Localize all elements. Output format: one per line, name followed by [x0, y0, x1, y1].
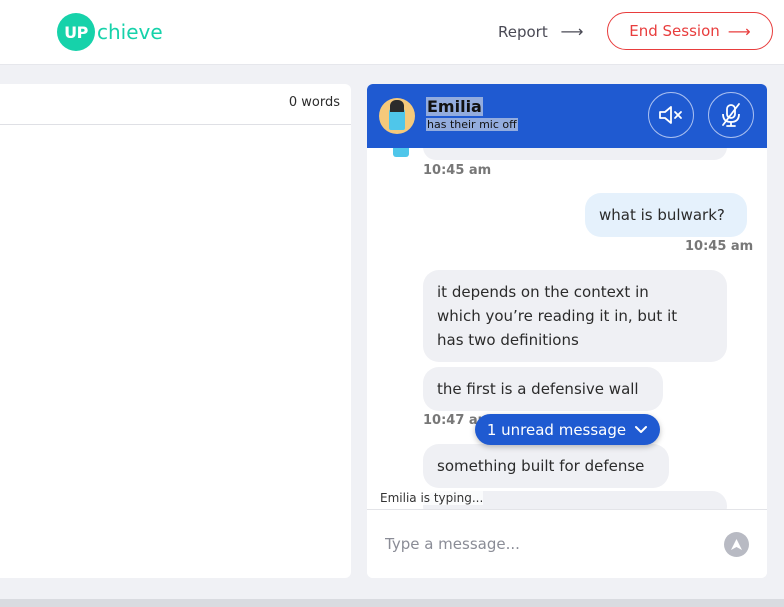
document-editor[interactable]: 0 words [0, 84, 351, 578]
message-line: which you’re reading it in, but it [437, 307, 678, 325]
logo-text: chieve [97, 20, 163, 44]
message-list[interactable]: 10:45 am what is bulwark? 10:45 am it de… [367, 134, 767, 521]
upchieve-logo[interactable]: UP chieve [57, 13, 163, 51]
message-composer [367, 509, 767, 578]
message-bubble-partner: something built for defense [423, 444, 669, 488]
editor-toolbar: 0 words [0, 84, 351, 125]
message-time: 10:45 am [423, 163, 492, 178]
speaker-muted-icon [659, 106, 682, 124]
partner-avatar-small [389, 147, 413, 161]
word-count: 0 words [288, 95, 340, 110]
message-time: 10:45 am [685, 239, 754, 254]
unread-message-button[interactable]: 1 unread message [475, 414, 660, 445]
end-session-button[interactable]: End Session ⟶ [607, 12, 773, 50]
microphone-off-icon [722, 103, 740, 127]
chat-header: Emilia has their mic off [367, 84, 767, 148]
chevron-down-icon [635, 425, 648, 433]
avatar-face [393, 147, 409, 157]
message-line: has two definitions [437, 331, 579, 349]
logo-mark: UP [57, 13, 95, 51]
unread-label: 1 unread message [486, 420, 627, 439]
partner-name: Emilia [426, 97, 483, 116]
chat-panel: Emilia has their mic off 10:45 am what i… [367, 84, 767, 578]
send-button[interactable] [724, 532, 749, 557]
message-line: it depends on the context in [437, 283, 649, 301]
microphone-toggle-button[interactable] [708, 92, 754, 138]
arrow-right-icon: ⟶ [560, 22, 584, 41]
message-input[interactable] [383, 534, 707, 554]
partner-status: has their mic off [426, 118, 518, 131]
message-bubble-partner: it depends on the context in which you’r… [423, 270, 727, 362]
send-arrow-icon [731, 539, 742, 550]
message-bubble-mine: what is bulwark? [585, 193, 747, 237]
mute-audio-button[interactable] [648, 92, 694, 138]
avatar-hat [390, 100, 404, 112]
report-label: Report [498, 23, 548, 41]
message-bubble-partner: the first is a defensive wall [423, 367, 663, 411]
report-button[interactable]: Report ⟶ [498, 22, 583, 41]
end-session-label: End Session [629, 22, 720, 40]
browser-taskbar [0, 599, 784, 607]
top-bar: UP chieve Report ⟶ End Session ⟶ [0, 0, 784, 65]
partner-avatar [379, 98, 415, 134]
typing-indicator: Emilia is typing... [380, 491, 484, 505]
arrow-right-icon: ⟶ [727, 21, 751, 41]
